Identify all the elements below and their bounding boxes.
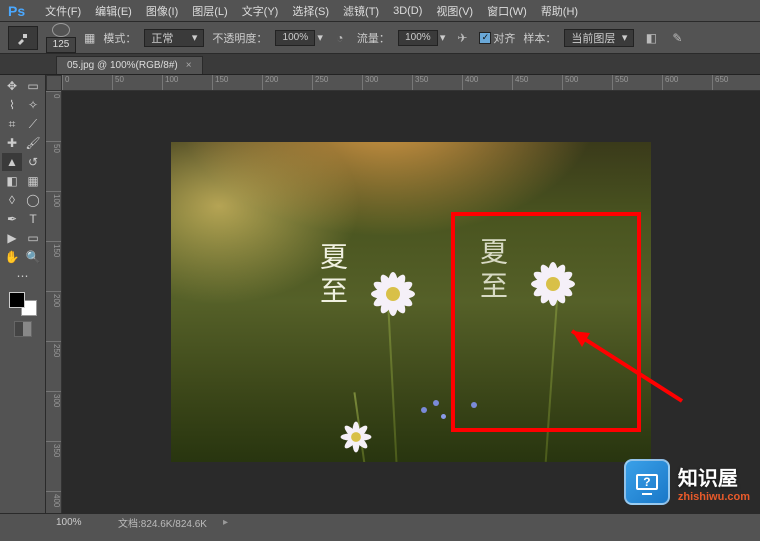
- watermark-url: zhishiwu.com: [678, 491, 750, 503]
- aligned-label: 对齐: [493, 30, 515, 46]
- canvas-area: 0501001502002503003504004505005506006507…: [46, 75, 760, 513]
- quick-mask-toggle[interactable]: [14, 321, 32, 337]
- canvas-viewport[interactable]: 夏至 夏至: [62, 91, 760, 513]
- menu-edit[interactable]: 编辑(E): [95, 3, 132, 19]
- shape-tool[interactable]: ▭: [23, 229, 43, 247]
- brush-tool[interactable]: 🖌: [23, 134, 43, 152]
- aligned-checkbox[interactable]: ✓: [479, 32, 491, 44]
- wand-tool[interactable]: ✧: [23, 96, 43, 114]
- healing-tool[interactable]: ✚: [2, 134, 22, 152]
- tab-title: 05.jpg @ 100%(RGB/8#): [67, 60, 178, 71]
- chevron-down-icon: ▾: [622, 31, 628, 44]
- options-bar: 125 ▦ 模式： 正常▾ 不透明度： 100%▾ ◔ 流量： 100%▾ ✈ …: [0, 22, 760, 54]
- menu-file[interactable]: 文件(F): [45, 3, 81, 19]
- move-tool[interactable]: ✥: [2, 77, 22, 95]
- menu-image[interactable]: 图像(I): [146, 3, 178, 19]
- menu-help[interactable]: 帮助(H): [541, 3, 578, 19]
- type-tool[interactable]: T: [23, 210, 43, 228]
- opacity-label: 不透明度：: [212, 30, 267, 46]
- crop-tool[interactable]: ⌗: [2, 115, 22, 133]
- pressure-opacity-icon[interactable]: ◔: [331, 29, 349, 47]
- menu-select[interactable]: 选择(S): [292, 3, 329, 19]
- annotation-arrow-icon: [552, 321, 692, 411]
- marquee-tool[interactable]: ▭: [23, 77, 43, 95]
- canvas-text-1: 夏至: [311, 242, 351, 310]
- zoom-tool[interactable]: 🔍: [23, 248, 43, 266]
- menu-window[interactable]: 窗口(W): [487, 3, 527, 19]
- gradient-tool[interactable]: ▦: [23, 172, 43, 190]
- zoom-level[interactable]: 100%: [56, 517, 106, 528]
- ruler-vertical[interactable]: 050100150200250300350400: [46, 91, 62, 513]
- flow-input[interactable]: 100%: [398, 30, 438, 46]
- menu-type[interactable]: 文字(Y): [242, 3, 279, 19]
- eraser-tool[interactable]: ◧: [2, 172, 22, 190]
- ps-logo: Ps: [8, 3, 25, 19]
- menu-view[interactable]: 视图(V): [436, 3, 473, 19]
- doc-label: 文档:: [118, 519, 141, 530]
- mode-label: 模式：: [103, 30, 136, 46]
- flow-label: 流量：: [357, 30, 390, 46]
- menu-filter[interactable]: 滤镜(T): [343, 3, 379, 19]
- sample-select[interactable]: 当前图层▾: [564, 29, 634, 47]
- document-tabbar: 05.jpg @ 100%(RGB/8#) ×: [0, 54, 760, 75]
- document-canvas[interactable]: 夏至 夏至: [171, 142, 651, 462]
- dodge-tool[interactable]: ◯: [23, 191, 43, 209]
- menubar: Ps 文件(F) 编辑(E) 图像(I) 图层(L) 文字(Y) 选择(S) 滤…: [0, 0, 760, 22]
- watermark-title: 知识屋: [678, 462, 750, 491]
- brush-size-input[interactable]: 125: [46, 37, 76, 53]
- brush-picker-icon[interactable]: ▦: [84, 31, 95, 45]
- eyedropper-tool[interactable]: ⟋: [23, 115, 43, 133]
- menu-layer[interactable]: 图层(L): [192, 3, 227, 19]
- status-chevron-icon[interactable]: ▸: [223, 517, 228, 528]
- history-brush-tool[interactable]: ↺: [23, 153, 43, 171]
- hand-tool[interactable]: ✋: [2, 248, 22, 266]
- blur-tool[interactable]: ◊: [2, 191, 22, 209]
- stamp-tool[interactable]: ▲: [2, 153, 22, 171]
- chevron-down-icon[interactable]: ▾: [317, 31, 323, 44]
- tool-preset-icon[interactable]: [8, 26, 38, 50]
- lasso-tool[interactable]: ⌇: [2, 96, 22, 114]
- opacity-input[interactable]: 100%: [275, 30, 315, 46]
- ruler-origin[interactable]: [46, 75, 62, 91]
- mode-select[interactable]: 正常▾: [144, 29, 204, 47]
- chevron-down-icon[interactable]: ▾: [440, 31, 446, 44]
- tools-panel: ✥▭ ⌇✧ ⌗⟋ ✚🖌 ▲↺ ◧▦ ◊◯ ✒T ▶▭ ✋🔍 ⋯: [0, 75, 46, 513]
- status-bar: 100% 文档:824.6K/824.6K ▸: [0, 513, 760, 531]
- edit-toolbar-icon[interactable]: ⋯: [13, 267, 33, 285]
- doc-size: 824.6K/824.6K: [141, 519, 207, 530]
- watermark-badge-icon: ?: [624, 459, 670, 505]
- watermark: ? 知识屋 zhishiwu.com: [624, 459, 750, 505]
- tab-close-icon[interactable]: ×: [186, 60, 192, 71]
- pressure-size-icon[interactable]: ✎: [668, 29, 686, 47]
- pen-tool[interactable]: ✒: [2, 210, 22, 228]
- airbrush-icon[interactable]: ✈: [453, 29, 471, 47]
- sample-label: 样本：: [523, 30, 556, 46]
- document-tab[interactable]: 05.jpg @ 100%(RGB/8#) ×: [56, 56, 203, 74]
- path-select-tool[interactable]: ▶: [2, 229, 22, 247]
- ruler-horizontal[interactable]: 0501001502002503003504004505005506006507…: [62, 75, 760, 91]
- ignore-adj-icon[interactable]: ◧: [642, 29, 660, 47]
- menu-3d[interactable]: 3D(D): [393, 5, 422, 17]
- color-swatch[interactable]: [9, 292, 37, 316]
- chevron-down-icon: ▾: [192, 31, 198, 44]
